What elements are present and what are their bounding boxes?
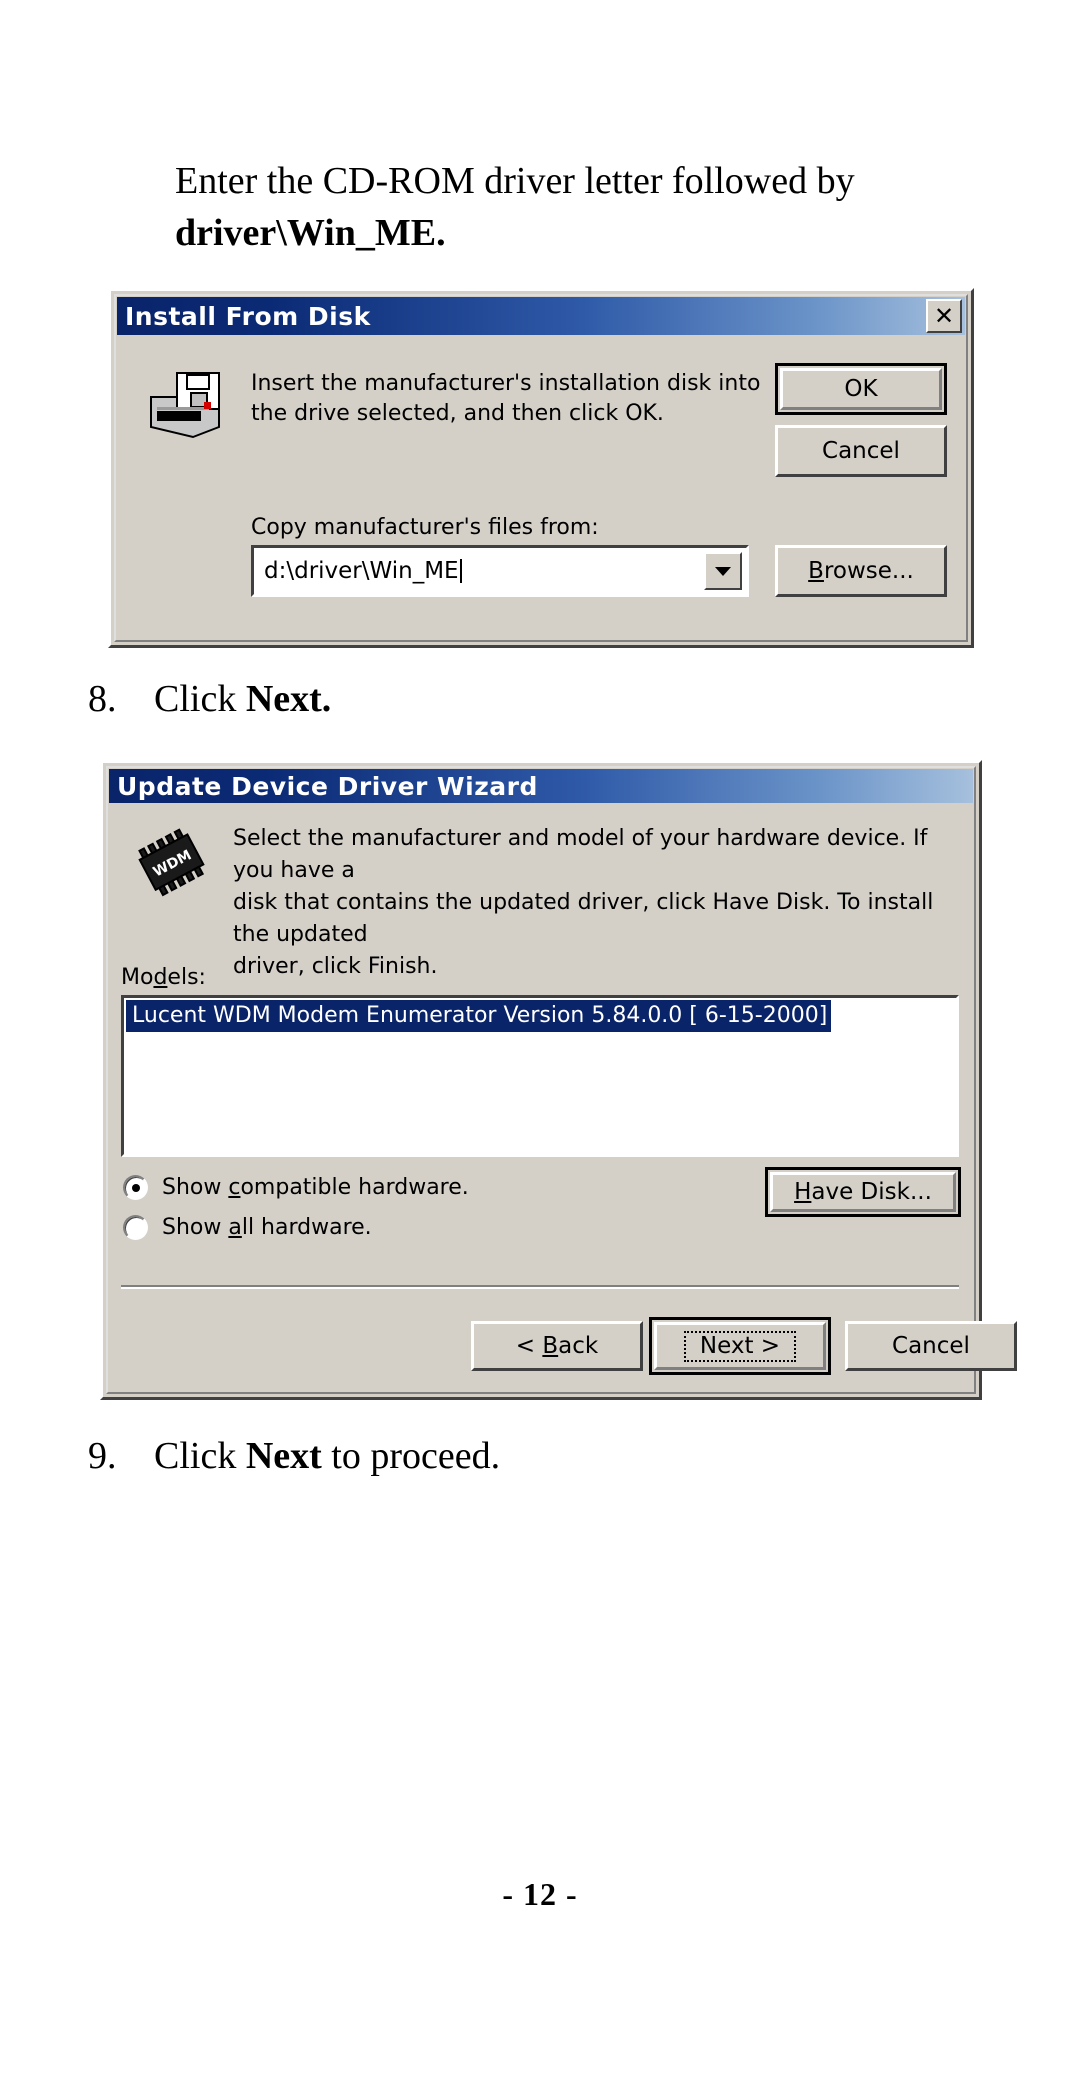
intro-text-line-1: Enter the CD-ROM driver letter followed …	[175, 160, 855, 202]
floppy-disk-drive-icon	[147, 369, 225, 441]
back-button-label: < Back	[515, 1333, 599, 1359]
next-button[interactable]: Next >	[649, 1317, 831, 1375]
footer-separator	[121, 1285, 959, 1289]
text-caret	[459, 559, 462, 583]
path-input-value: d:\driver\Win_ME	[264, 558, 459, 584]
have-disk-button-face: Have Disk...	[770, 1172, 956, 1212]
have-disk-button[interactable]: Have Disk...	[765, 1167, 961, 1217]
close-icon[interactable]: ✕	[926, 299, 962, 333]
browse-button[interactable]: Browse...	[775, 545, 947, 597]
wizard-cancel-button[interactable]: Cancel	[845, 1321, 1017, 1371]
wizard-message-line-3: driver, click Finish.	[233, 954, 438, 979]
wdm-chip-icon: WDM	[133, 825, 211, 901]
wizard-message-line-2: disk that contains the updated driver, c…	[233, 890, 934, 947]
have-disk-button-label: Have Disk...	[794, 1179, 932, 1205]
step-8: 8. Click Next.	[88, 675, 331, 723]
chevron-down-icon[interactable]	[704, 552, 742, 590]
step-9-text-post: to proceed.	[321, 1435, 501, 1477]
step-8-number: 8.	[88, 678, 117, 720]
radio-show-compatible-hardware[interactable]: Show compatible hardware.	[123, 1175, 469, 1200]
wizard-cancel-button-label: Cancel	[892, 1333, 970, 1359]
ok-button-label: OK	[844, 376, 878, 402]
radio-show-all-label: Show all hardware.	[162, 1215, 372, 1240]
install-dialog-message-line-1: Insert the manufacturer's installation d…	[251, 371, 761, 396]
install-dialog-message-line-2: the drive selected, and then click OK.	[251, 401, 664, 426]
wizard-message: Select the manufacturer and model of you…	[233, 823, 953, 983]
step-9: 9. Click Next to proceed.	[88, 1432, 500, 1480]
cancel-button-label: Cancel	[822, 438, 900, 464]
page-number: - 12 -	[502, 1876, 578, 1912]
radio-show-all-hardware[interactable]: Show all hardware.	[123, 1215, 372, 1240]
path-combobox[interactable]: d:\driver\Win_ME	[251, 545, 749, 597]
intro-text-line-2: driver\Win_ME.	[175, 212, 446, 254]
path-input[interactable]: d:\driver\Win_ME	[264, 558, 462, 584]
models-label: Models:	[121, 965, 206, 990]
ok-button[interactable]: OK	[775, 363, 947, 415]
radio-dot	[131, 1183, 140, 1192]
back-button[interactable]: < Back	[471, 1321, 643, 1371]
models-listbox[interactable]: Lucent WDM Modem Enumerator Version 5.84…	[121, 995, 959, 1157]
install-dialog-message: Insert the manufacturer's installation d…	[251, 369, 771, 429]
next-button-face: Next >	[654, 1322, 826, 1370]
step-8-text: Click	[154, 678, 246, 720]
install-from-disk-dialog: Install From Disk ✕ Insert the manufactu…	[108, 288, 974, 648]
ok-button-face: OK	[780, 368, 942, 410]
install-dialog-title: Install From Disk	[125, 301, 371, 331]
radio-icon-selected	[123, 1175, 148, 1200]
radio-show-compatible-label: Show compatible hardware.	[162, 1175, 469, 1200]
browse-button-label: Browse...	[808, 558, 914, 584]
next-button-label: Next >	[683, 1330, 797, 1362]
copy-from-label: Copy manufacturer's files from:	[251, 515, 599, 540]
install-dialog-titlebar[interactable]: Install From Disk ✕	[117, 297, 965, 335]
step-9-text-pre: Click	[154, 1435, 246, 1477]
chevron-down-glyph	[715, 566, 731, 576]
radio-icon-unselected	[123, 1215, 148, 1240]
step-9-emphasis: Next	[245, 1435, 322, 1477]
step-8-emphasis: Next.	[245, 678, 332, 720]
step-9-number: 9.	[88, 1435, 117, 1477]
cancel-button[interactable]: Cancel	[775, 425, 947, 477]
update-device-driver-wizard-dialog: Update Device Driver Wizard WDM Select t…	[100, 760, 1017, 1400]
wizard-message-line-1: Select the manufacturer and model of you…	[233, 826, 928, 883]
wizard-titlebar[interactable]: Update Device Driver Wizard	[109, 769, 973, 803]
wizard-title: Update Device Driver Wizard	[117, 771, 538, 801]
list-item[interactable]: Lucent WDM Modem Enumerator Version 5.84…	[126, 1000, 832, 1032]
models-listbox-items: Lucent WDM Modem Enumerator Version 5.84…	[124, 998, 956, 1032]
